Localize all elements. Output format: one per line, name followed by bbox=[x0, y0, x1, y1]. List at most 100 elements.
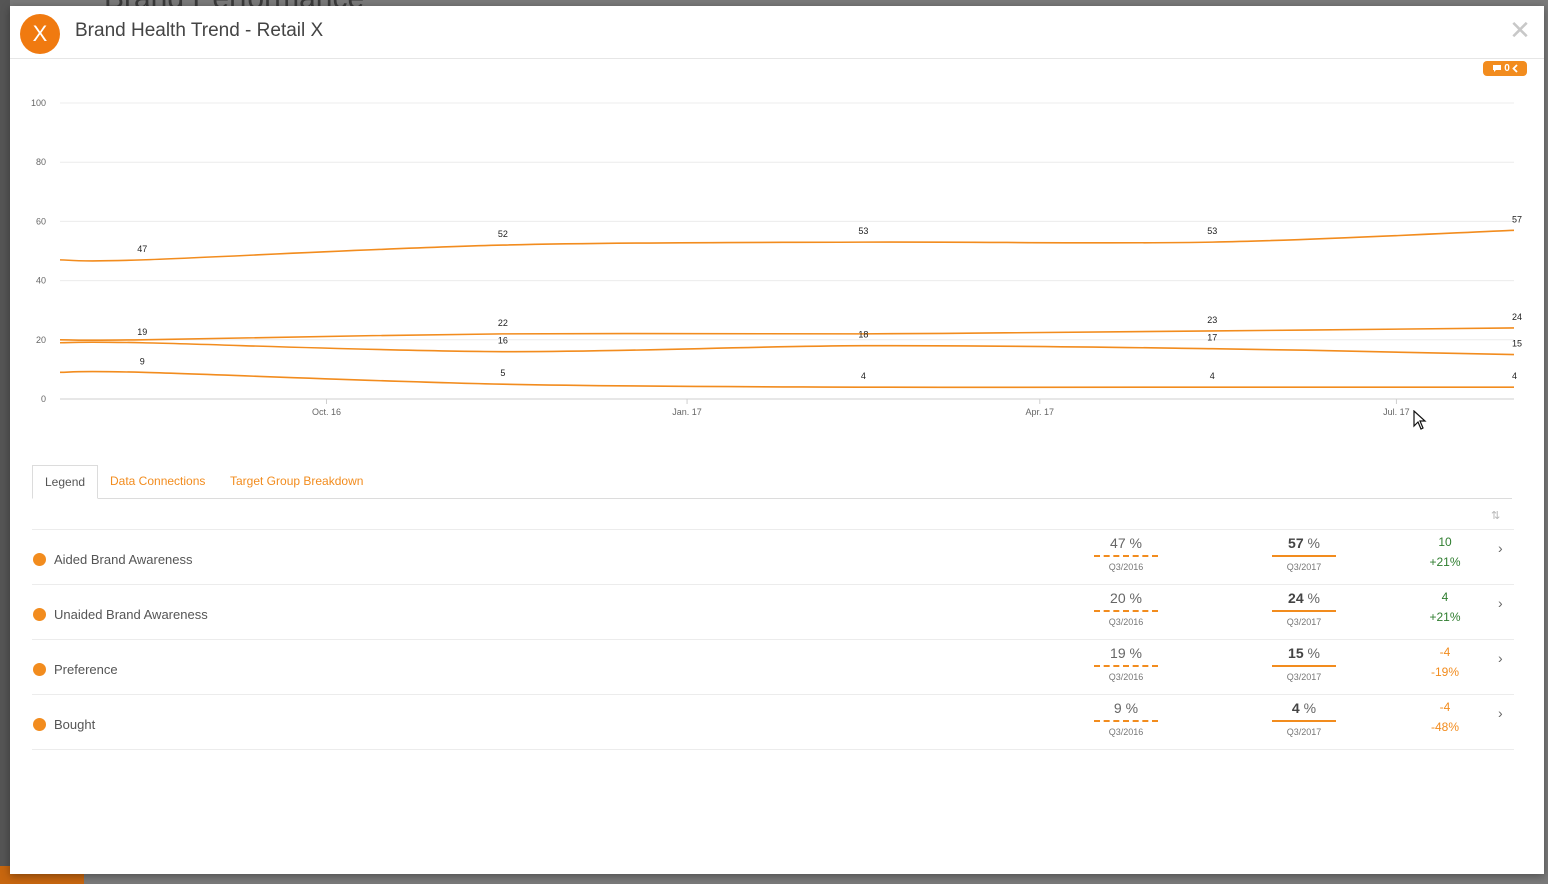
data-label: 47 bbox=[137, 244, 147, 254]
current-value-number: 15 bbox=[1288, 645, 1304, 661]
current-value-line bbox=[1272, 610, 1336, 612]
percent-unit: % bbox=[1125, 535, 1142, 551]
series-color-dot bbox=[33, 553, 46, 566]
chevron-right-icon[interactable]: › bbox=[1498, 650, 1503, 666]
previous-period: Q3/2016 bbox=[1108, 672, 1144, 682]
data-label: 15 bbox=[1512, 339, 1522, 349]
brand-health-line-chart: 0 20 40 60 80 100 Oct. 16 Jan. 17 Apr. 17 Jul. 17… bbox=[31, 98, 1522, 417]
change-absolute: 4 bbox=[1441, 590, 1449, 604]
percent-unit: % bbox=[1303, 645, 1320, 661]
current-value-line bbox=[1272, 720, 1336, 722]
sort-icon[interactable]: ⇅ bbox=[1491, 509, 1500, 522]
previous-value-dash bbox=[1094, 665, 1158, 667]
data-label: 24 bbox=[1512, 312, 1522, 322]
legend-row-label: Bought bbox=[54, 717, 96, 732]
series-line bbox=[59, 229, 1515, 262]
previous-value: 19 % Q3/2016 bbox=[1094, 640, 1158, 682]
series-line bbox=[59, 341, 1515, 356]
data-label: 57 bbox=[1512, 214, 1522, 224]
chevron-right-icon[interactable]: › bbox=[1498, 705, 1503, 721]
data-label: 23 bbox=[1207, 315, 1217, 325]
data-label: 4 bbox=[1512, 371, 1517, 381]
data-label: 4 bbox=[1210, 371, 1215, 381]
previous-period: Q3/2016 bbox=[1108, 562, 1144, 572]
data-label: 53 bbox=[858, 226, 868, 236]
change-values: 10 +21% bbox=[1417, 532, 1473, 572]
brand-health-modal: X Brand Health Trend - Retail X ✕ 0 0 20 4… bbox=[10, 6, 1544, 874]
percent-unit: % bbox=[1303, 590, 1320, 606]
data-label: 18 bbox=[858, 330, 868, 340]
current-value-line bbox=[1272, 555, 1336, 557]
x-tick-label: Oct. 16 bbox=[312, 407, 341, 417]
previous-value: 20 % Q3/2016 bbox=[1094, 585, 1158, 627]
backdrop-sidebar bbox=[0, 0, 10, 884]
change-absolute: -4 bbox=[1439, 645, 1451, 659]
legend-table: Aided Brand Awareness 47 % Q3/2016 57 % … bbox=[32, 529, 1514, 750]
x-tick-label: Jan. 17 bbox=[672, 407, 702, 417]
y-tick-label: 40 bbox=[36, 276, 46, 286]
change-percent: -48% bbox=[1430, 720, 1459, 734]
previous-period: Q3/2016 bbox=[1108, 617, 1144, 627]
tab-legend[interactable]: Legend bbox=[32, 465, 99, 499]
current-value-number: 4 bbox=[1291, 700, 1300, 716]
previous-value-number: 47 bbox=[1110, 535, 1126, 551]
legend-tabs: Legend Data Connections Target Group Bre… bbox=[32, 465, 1512, 499]
data-label: 53 bbox=[1207, 226, 1217, 236]
series-line bbox=[59, 327, 1515, 342]
legend-row[interactable]: Bought 9 % Q3/2016 4 % Q3/2017 -4 -48% › bbox=[32, 694, 1514, 750]
previous-period: Q3/2016 bbox=[1108, 727, 1144, 737]
data-label: 4 bbox=[861, 371, 866, 381]
series-color-dot bbox=[33, 608, 46, 621]
previous-value-number: 9 bbox=[1113, 700, 1122, 716]
legend-row-label: Unaided Brand Awareness bbox=[54, 607, 208, 622]
data-label: 52 bbox=[498, 229, 508, 239]
current-value: 4 % Q3/2017 bbox=[1272, 695, 1336, 737]
data-label: 16 bbox=[498, 336, 508, 346]
tab-data-connections[interactable]: Data Connections bbox=[110, 465, 205, 497]
previous-value-number: 19 bbox=[1110, 645, 1126, 661]
data-label: 22 bbox=[498, 318, 508, 328]
x-tick-label: Apr. 17 bbox=[1026, 407, 1055, 417]
change-percent: +21% bbox=[1429, 610, 1461, 624]
y-tick-label: 60 bbox=[36, 216, 46, 226]
current-value-number: 24 bbox=[1288, 590, 1304, 606]
y-tick-label: 80 bbox=[36, 157, 46, 167]
previous-value-dash bbox=[1094, 555, 1158, 557]
current-value: 57 % Q3/2017 bbox=[1272, 530, 1336, 572]
change-values: 4 +21% bbox=[1417, 587, 1473, 627]
current-value-line bbox=[1272, 665, 1336, 667]
chevron-right-icon[interactable]: › bbox=[1498, 595, 1503, 611]
chevron-right-icon[interactable]: › bbox=[1498, 540, 1503, 556]
legend-row[interactable]: Aided Brand Awareness 47 % Q3/2016 57 % … bbox=[32, 529, 1514, 584]
data-label: 9 bbox=[140, 356, 145, 366]
change-absolute: 10 bbox=[1438, 535, 1452, 549]
previous-value: 9 % Q3/2016 bbox=[1094, 695, 1158, 737]
legend-row[interactable]: Unaided Brand Awareness 20 % Q3/2016 24 … bbox=[32, 584, 1514, 639]
percent-unit: % bbox=[1303, 535, 1320, 551]
change-values: -4 -19% bbox=[1417, 642, 1473, 682]
x-tick-label: Jul. 17 bbox=[1383, 407, 1410, 417]
previous-value: 47 % Q3/2016 bbox=[1094, 530, 1158, 572]
previous-value-dash bbox=[1094, 720, 1158, 722]
data-label: 19 bbox=[137, 327, 147, 337]
current-period: Q3/2017 bbox=[1286, 727, 1322, 737]
change-percent: +21% bbox=[1429, 555, 1461, 569]
tab-target-group-breakdown[interactable]: Target Group Breakdown bbox=[230, 465, 363, 497]
current-value-number: 57 bbox=[1288, 535, 1304, 551]
current-value: 15 % Q3/2017 bbox=[1272, 640, 1336, 682]
series-color-dot bbox=[33, 718, 46, 731]
current-period: Q3/2017 bbox=[1286, 617, 1322, 627]
data-label: 17 bbox=[1207, 333, 1217, 343]
legend-row[interactable]: Preference 19 % Q3/2016 15 % Q3/2017 -4 … bbox=[32, 639, 1514, 694]
previous-value-dash bbox=[1094, 610, 1158, 612]
series-color-dot bbox=[33, 663, 46, 676]
data-label: 5 bbox=[500, 368, 505, 378]
y-tick-label: 100 bbox=[31, 98, 46, 108]
previous-value-number: 20 bbox=[1110, 590, 1126, 606]
y-tick-label: 20 bbox=[36, 335, 46, 345]
change-values: -4 -48% bbox=[1417, 697, 1473, 737]
current-value: 24 % Q3/2017 bbox=[1272, 585, 1336, 627]
mouse-cursor-icon bbox=[1413, 410, 1427, 430]
y-tick-label: 0 bbox=[41, 394, 46, 404]
change-percent: -19% bbox=[1430, 665, 1459, 679]
